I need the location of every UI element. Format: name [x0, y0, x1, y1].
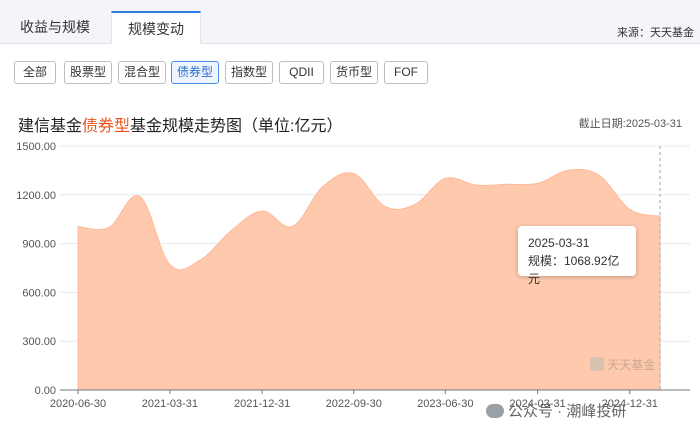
y-tick-label: 1500.00 — [16, 141, 56, 153]
tab-scale-change[interactable]: 规模变动 — [111, 11, 201, 44]
y-tick-label: 300.00 — [22, 336, 56, 348]
tab-bar: 收益与规模 规模变动 来源：天天基金 — [0, 0, 700, 44]
data-point[interactable] — [566, 168, 570, 172]
data-point[interactable] — [597, 173, 601, 177]
filter-all-button[interactable]: 全部 — [14, 61, 56, 84]
filter-mixed-button[interactable]: 混合型 — [118, 61, 166, 84]
wechat-icon — [486, 404, 504, 418]
y-tick-label: 0.00 — [35, 385, 56, 397]
data-point[interactable] — [260, 209, 264, 213]
tooltip-date: 2025-03-31 — [528, 236, 590, 250]
y-tick-label: 900.00 — [22, 239, 56, 251]
filter-index-button[interactable]: 指数型 — [225, 61, 273, 84]
data-point[interactable] — [628, 207, 632, 211]
data-point[interactable] — [443, 177, 447, 181]
cutoff-date: 截止日期:2025-03-31 — [578, 118, 682, 130]
data-point[interactable] — [474, 183, 478, 187]
filter-qdii-button[interactable]: QDII — [279, 61, 324, 84]
watermark-caption: 公众号 · 潮峰投研 — [486, 400, 626, 421]
data-point[interactable] — [352, 172, 356, 176]
data-point[interactable] — [198, 258, 202, 262]
data-point[interactable] — [229, 229, 233, 233]
tab-income-scale[interactable]: 收益与规模 — [0, 11, 110, 43]
data-point[interactable] — [321, 185, 325, 189]
data-point[interactable] — [383, 204, 387, 208]
filter-money-button[interactable]: 货币型 — [330, 61, 378, 84]
filter-stock-button[interactable]: 股票型 — [64, 61, 112, 84]
x-tick-label: 2022-09-30 — [326, 398, 382, 410]
y-tick-label: 1200.00 — [16, 190, 56, 202]
source-text: 来源：天天基金 — [617, 27, 694, 39]
x-tick-label: 2021-12-31 — [234, 398, 290, 410]
data-point[interactable] — [138, 194, 142, 198]
filter-fof-button[interactable]: FOF — [384, 61, 428, 84]
chart-tooltip: 2025-03-31 规模：1068.92亿元 — [518, 226, 636, 286]
x-tick-label: 2020-06-30 — [50, 398, 106, 410]
filter-bond-button[interactable]: 债券型 — [171, 61, 219, 84]
data-point[interactable] — [290, 225, 294, 229]
watermark-brand: 天天基金 — [590, 356, 655, 373]
tooltip-value: 规模：1068.92亿元 — [528, 254, 620, 286]
data-point[interactable] — [505, 182, 509, 186]
watermark-brand-text: 天天基金 — [607, 358, 656, 372]
y-tick-label: 600.00 — [22, 287, 56, 299]
watermark-caption-text: 公众号 · 潮峰投研 — [508, 403, 627, 420]
data-point[interactable] — [76, 225, 80, 229]
data-point[interactable] — [168, 263, 172, 267]
data-point[interactable] — [413, 203, 417, 207]
x-tick-label: 2023-06-30 — [417, 398, 473, 410]
watermark-logo-icon — [590, 357, 604, 371]
x-tick-label: 2021-03-31 — [142, 398, 198, 410]
data-point[interactable] — [107, 225, 111, 229]
data-point[interactable] — [536, 181, 540, 185]
